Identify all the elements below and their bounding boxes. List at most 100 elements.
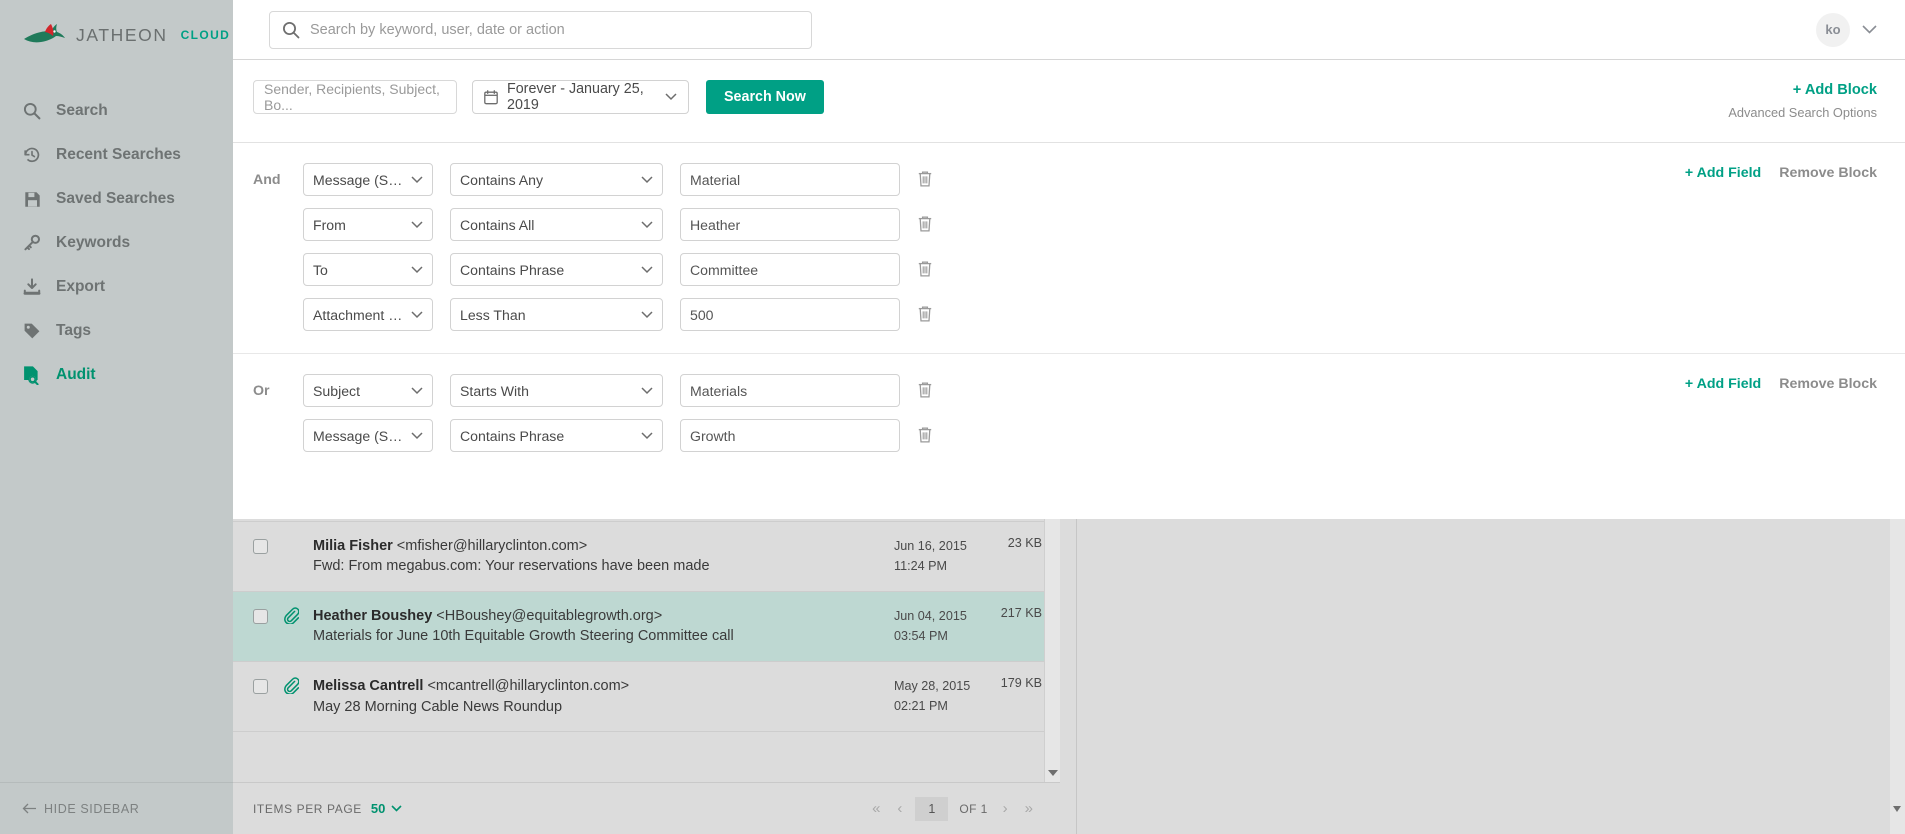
chevron-down-icon <box>405 387 423 395</box>
criteria-field-select[interactable]: Message (Subjec... <box>303 419 433 452</box>
mail-date-day: May 28, 2015 <box>894 676 986 696</box>
mail-date-day: Jun 16, 2015 <box>894 536 986 556</box>
panel-header: Sender, Recipients, Subject, Bo... Forev… <box>233 60 1905 143</box>
criteria-row: To Contains Phrase Committee <box>233 247 1905 292</box>
criteria-field-select[interactable]: From <box>303 208 433 241</box>
current-page-input[interactable]: 1 <box>915 797 948 821</box>
global-search-input[interactable] <box>310 22 811 38</box>
criteria-value-input-value: Material <box>690 172 740 188</box>
remove-block-button[interactable]: Remove Block <box>1779 165 1877 181</box>
criteria-field-select[interactable]: Attachment Size ... <box>303 298 433 331</box>
app-logo[interactable]: JATHEON CLOUD <box>0 0 233 56</box>
sidebar: JATHEON CLOUD Search Recent Searches Saved… <box>0 0 233 834</box>
mail-row-checkbox[interactable] <box>253 609 268 624</box>
sidebar-item-export[interactable]: Export <box>0 265 233 309</box>
attachment-paperclip-icon <box>283 607 301 624</box>
items-per-page-value[interactable]: 50 <box>371 801 385 816</box>
delete-row-icon[interactable] <box>917 381 935 401</box>
criteria-value-input[interactable]: Growth <box>680 419 900 452</box>
next-page-button[interactable]: › <box>996 798 1015 819</box>
first-page-button[interactable]: « <box>865 798 887 819</box>
criteria-operator-select[interactable]: Contains Any <box>450 163 663 196</box>
mail-size: 23 KB <box>986 536 1048 550</box>
advanced-search-options-label[interactable]: Advanced Search Options <box>1728 105 1877 120</box>
criteria-value-input[interactable]: 500 <box>680 298 900 331</box>
advanced-search-panel: Sender, Recipients, Subject, Bo... Forev… <box>233 60 1905 519</box>
sidebar-nav: Search Recent Searches Saved Searches Keywo… <box>0 89 233 397</box>
mail-row-checkbox[interactable] <box>253 539 268 554</box>
sidebar-item-label: Saved Searches <box>56 190 175 208</box>
mail-subject: Fwd: From megabus.com: Your reservations… <box>313 556 884 577</box>
hide-sidebar-button[interactable]: HIDE SIDEBAR <box>0 782 233 834</box>
chevron-down-icon[interactable] <box>1862 25 1877 34</box>
mail-row[interactable]: Melissa Cantrell <mcantrell@hillaryclint… <box>233 662 1060 732</box>
reader-scroll-down-arrow-icon[interactable] <box>1893 806 1901 812</box>
criteria-operator-select[interactable]: Contains Phrase <box>450 419 663 452</box>
criteria-operator-select[interactable]: Less Than <box>450 298 663 331</box>
criteria-value-input[interactable]: Committee <box>680 253 900 286</box>
delete-row-icon[interactable] <box>917 260 935 280</box>
mail-sender-address: <mfisher@hillaryclinton.com> <box>393 538 587 554</box>
criteria-value-input[interactable]: Materials <box>680 374 900 407</box>
search-icon <box>282 21 300 39</box>
chevron-down-icon <box>635 266 653 274</box>
mail-row[interactable]: Heather Boushey <HBoushey@equitablegrowt… <box>233 592 1060 662</box>
sidebar-item-tags[interactable]: Tags <box>0 309 233 353</box>
sidebar-item-search[interactable]: Search <box>0 89 233 133</box>
add-block-button[interactable]: + Add Block <box>1728 82 1877 98</box>
criteria-field-select[interactable]: Message (Subjec... <box>303 163 433 196</box>
criteria-operator-select[interactable]: Contains All <box>450 208 663 241</box>
sidebar-item-audit[interactable]: Audit <box>0 353 233 397</box>
delete-row-icon[interactable] <box>917 215 935 235</box>
criteria-operator-select-value: Contains Any <box>460 172 543 188</box>
avatar: ko <box>1816 13 1850 47</box>
panel-header-actions: + Add Block Advanced Search Options <box>1728 80 1905 120</box>
criteria-operator-select[interactable]: Starts With <box>450 374 663 407</box>
conjunction-label: And <box>253 172 303 188</box>
add-field-button[interactable]: + Add Field <box>1685 165 1761 181</box>
criteria-value-input[interactable]: Heather <box>680 208 900 241</box>
mail-row-content: Heather Boushey <HBoushey@equitablegrowt… <box>313 606 894 647</box>
criteria-field-select-value: Message (Subjec... <box>313 172 405 188</box>
scroll-down-arrow-icon[interactable] <box>1048 770 1058 776</box>
criteria-block: OrSubjectStarts WithMaterialsMessage (Su… <box>233 354 1905 474</box>
add-field-button[interactable]: + Add Field <box>1685 376 1761 392</box>
sidebar-item-recent-searches[interactable]: Recent Searches <box>0 133 233 177</box>
global-search-box[interactable] <box>269 11 812 49</box>
prev-page-button[interactable]: ‹ <box>890 798 909 819</box>
criteria-row: And Message (Subjec... Contains Any Materia… <box>233 157 1905 202</box>
search-now-button[interactable]: Search Now <box>706 80 824 114</box>
chevron-down-icon <box>635 221 653 229</box>
chevron-down-icon[interactable] <box>391 805 402 812</box>
mail-date-time: 02:21 PM <box>894 696 986 716</box>
sidebar-item-keywords[interactable]: Keywords <box>0 221 233 265</box>
criteria-field-select[interactable]: To <box>303 253 433 286</box>
remove-block-button[interactable]: Remove Block <box>1779 376 1877 392</box>
audit-document-icon <box>22 365 42 385</box>
mail-row[interactable]: Milia Fisher <mfisher@hillaryclinton.com… <box>233 522 1060 592</box>
criteria-operator-select-value: Contains Phrase <box>460 428 564 444</box>
criteria-field-select-value: To <box>313 262 328 278</box>
delete-row-icon[interactable] <box>917 426 935 446</box>
logo-suffix: CLOUD <box>181 28 231 42</box>
criteria-field-select-value: Attachment Size ... <box>313 307 405 323</box>
mail-subject: May 28 Morning Cable News Roundup <box>313 697 884 718</box>
date-range-select[interactable]: Forever - January 25, 2019 <box>472 80 689 114</box>
mail-sender-line: Heather Boushey <HBoushey@equitablegrowt… <box>313 606 884 627</box>
chevron-down-icon <box>405 432 423 440</box>
mail-row-checkbox[interactable] <box>253 679 268 694</box>
criteria-field-select[interactable]: Subject <box>303 374 433 407</box>
criteria-operator-select-value: Less Than <box>460 307 526 323</box>
criteria-value-input[interactable]: Material <box>680 163 900 196</box>
delete-row-icon[interactable] <box>917 170 935 190</box>
sidebar-item-saved-searches[interactable]: Saved Searches <box>0 177 233 221</box>
last-page-button[interactable]: » <box>1018 798 1040 819</box>
criteria-row: Attachment Size ... Less Than 500 <box>233 292 1905 337</box>
key-icon <box>22 233 42 253</box>
criteria-operator-select[interactable]: Contains Phrase <box>450 253 663 286</box>
user-menu[interactable]: ko <box>1816 13 1877 47</box>
delete-row-icon[interactable] <box>917 305 935 325</box>
sidebar-item-label: Recent Searches <box>56 146 181 164</box>
date-range-value: Forever - January 25, 2019 <box>507 81 656 113</box>
quick-search-input[interactable]: Sender, Recipients, Subject, Bo... <box>253 80 457 114</box>
